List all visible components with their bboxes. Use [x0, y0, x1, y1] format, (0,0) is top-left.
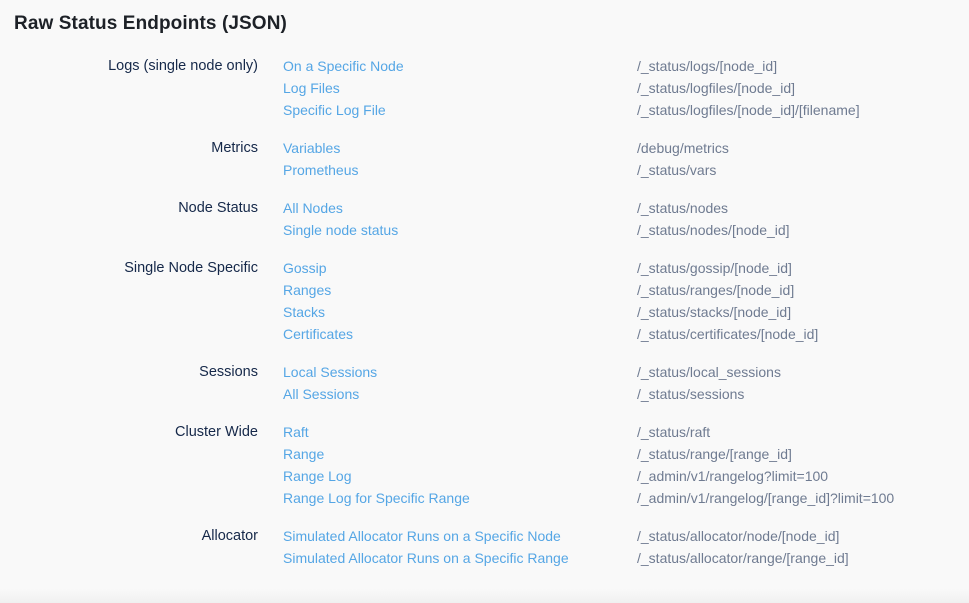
endpoint-link[interactable]: Simulated Allocator Runs on a Specific N… — [283, 525, 637, 547]
endpoint-path: /_status/certificates/[node_id] — [637, 323, 969, 345]
endpoint-rows: Local Sessions/_status/local_sessionsAll… — [283, 361, 969, 405]
endpoint-row: Gossip/_status/gossip/[node_id] — [283, 257, 969, 279]
group-category-label: Metrics — [0, 137, 258, 181]
endpoint-path: /_status/local_sessions — [637, 361, 969, 383]
group-category-label: Cluster Wide — [0, 421, 258, 509]
endpoint-link[interactable]: All Sessions — [283, 383, 637, 405]
endpoint-row: All Sessions/_status/sessions — [283, 383, 969, 405]
endpoint-path: /_status/sessions — [637, 383, 969, 405]
endpoint-group: Node Status All Nodes/_status/nodesSingle… — [0, 197, 969, 241]
group-category-label: Single Node Specific — [0, 257, 258, 345]
endpoint-row: Specific Log File/_status/logfiles/[node… — [283, 99, 969, 121]
endpoint-group: Sessions Local Sessions/_status/local_ses… — [0, 361, 969, 405]
endpoint-row: Single node status/_status/nodes/[node_i… — [283, 219, 969, 241]
endpoint-rows: All Nodes/_status/nodesSingle node statu… — [283, 197, 969, 241]
endpoint-row: Simulated Allocator Runs on a Specific N… — [283, 525, 969, 547]
endpoint-link[interactable]: Prometheus — [283, 159, 637, 181]
endpoint-link[interactable]: Range — [283, 443, 637, 465]
endpoint-path: /_status/logs/[node_id] — [637, 55, 969, 77]
endpoint-rows: Variables/debug/metricsPrometheus/_statu… — [283, 137, 969, 181]
endpoint-link[interactable]: Raft — [283, 421, 637, 443]
endpoint-path: /_status/vars — [637, 159, 969, 181]
endpoint-row: Certificates/_status/certificates/[node_… — [283, 323, 969, 345]
endpoint-link[interactable]: Range Log — [283, 465, 637, 487]
endpoint-path: /_status/nodes/[node_id] — [637, 219, 969, 241]
endpoint-rows: Gossip/_status/gossip/[node_id]Ranges/_s… — [283, 257, 969, 345]
endpoint-row: Range Log/_admin/v1/rangelog?limit=100 — [283, 465, 969, 487]
endpoint-link[interactable]: Single node status — [283, 219, 637, 241]
group-category-label: Sessions — [0, 361, 258, 405]
endpoint-path: /_status/range/[range_id] — [637, 443, 969, 465]
endpoint-row: Raft/_status/raft — [283, 421, 969, 443]
endpoint-link[interactable]: Certificates — [283, 323, 637, 345]
endpoint-rows: Raft/_status/raftRange/_status/range/[ra… — [283, 421, 969, 509]
endpoint-path: /_status/logfiles/[node_id] — [637, 77, 969, 99]
endpoint-path: /_status/ranges/[node_id] — [637, 279, 969, 301]
endpoint-link[interactable]: Variables — [283, 137, 637, 159]
endpoint-group: Metrics Variables/debug/metricsPrometheus… — [0, 137, 969, 181]
endpoint-link[interactable]: Local Sessions — [283, 361, 637, 383]
endpoint-path: /_status/logfiles/[node_id]/[filename] — [637, 99, 969, 121]
endpoint-link[interactable]: On a Specific Node — [283, 55, 637, 77]
endpoint-group: Single Node Specific Gossip/_status/gossi… — [0, 257, 969, 345]
endpoint-row: Prometheus/_status/vars — [283, 159, 969, 181]
endpoint-link[interactable]: Simulated Allocator Runs on a Specific R… — [283, 547, 637, 569]
endpoint-row: On a Specific Node/_status/logs/[node_id… — [283, 55, 969, 77]
endpoint-path: /debug/metrics — [637, 137, 969, 159]
endpoint-link[interactable]: Specific Log File — [283, 99, 637, 121]
group-category-label: Allocator — [0, 525, 258, 569]
endpoint-path: /_status/stacks/[node_id] — [637, 301, 969, 323]
endpoint-row: Log Files/_status/logfiles/[node_id] — [283, 77, 969, 99]
endpoint-row: Variables/debug/metrics — [283, 137, 969, 159]
endpoint-group: Logs (single node only) On a Specific Nod… — [0, 55, 969, 121]
group-category-label: Node Status — [0, 197, 258, 241]
endpoint-path: /_status/allocator/range/[range_id] — [637, 547, 969, 569]
endpoint-link[interactable]: Gossip — [283, 257, 637, 279]
endpoint-link[interactable]: Log Files — [283, 77, 637, 99]
endpoint-row: Stacks/_status/stacks/[node_id] — [283, 301, 969, 323]
endpoint-path: /_admin/v1/rangelog/[range_id]?limit=100 — [637, 487, 969, 509]
endpoint-path: /_status/nodes — [637, 197, 969, 219]
endpoint-path: /_admin/v1/rangelog?limit=100 — [637, 465, 969, 487]
endpoint-row: Local Sessions/_status/local_sessions — [283, 361, 969, 383]
page-title: Raw Status Endpoints (JSON) — [14, 13, 287, 35]
endpoint-row: All Nodes/_status/nodes — [283, 197, 969, 219]
endpoint-path: /_status/raft — [637, 421, 969, 443]
endpoint-rows: On a Specific Node/_status/logs/[node_id… — [283, 55, 969, 121]
debug-page: Raw Status Endpoints (JSON) Logs (single… — [0, 0, 969, 603]
endpoint-group: Allocator Simulated Allocator Runs on a S… — [0, 525, 969, 569]
endpoint-groups: Logs (single node only) On a Specific Nod… — [0, 55, 969, 585]
endpoint-row: Range Log for Specific Range/_admin/v1/r… — [283, 487, 969, 509]
endpoint-link[interactable]: Ranges — [283, 279, 637, 301]
group-category-label: Logs (single node only) — [0, 55, 258, 121]
bottom-fade — [0, 589, 969, 603]
endpoint-path: /_status/gossip/[node_id] — [637, 257, 969, 279]
endpoint-row: Range/_status/range/[range_id] — [283, 443, 969, 465]
endpoint-row: Ranges/_status/ranges/[node_id] — [283, 279, 969, 301]
endpoint-row: Simulated Allocator Runs on a Specific R… — [283, 547, 969, 569]
endpoint-link[interactable]: Stacks — [283, 301, 637, 323]
endpoint-path: /_status/allocator/node/[node_id] — [637, 525, 969, 547]
endpoint-group: Cluster Wide Raft/_status/raftRange/_stat… — [0, 421, 969, 509]
endpoint-link[interactable]: All Nodes — [283, 197, 637, 219]
endpoint-rows: Simulated Allocator Runs on a Specific N… — [283, 525, 969, 569]
endpoint-link[interactable]: Range Log for Specific Range — [283, 487, 637, 509]
